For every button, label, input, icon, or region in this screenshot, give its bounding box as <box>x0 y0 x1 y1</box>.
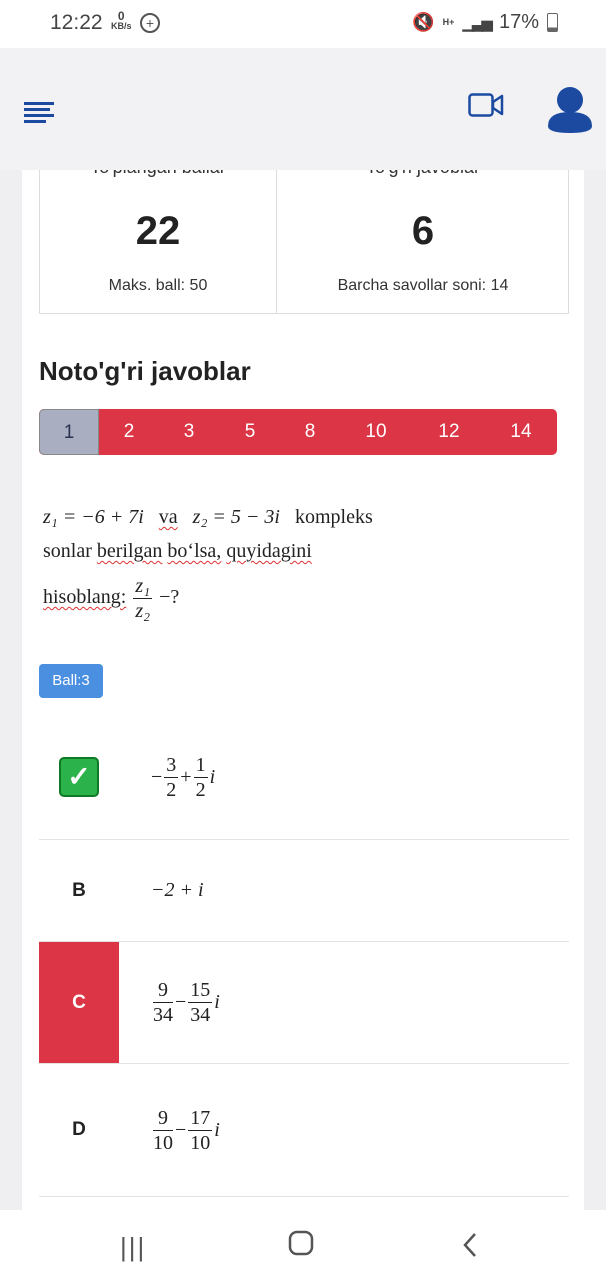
option-answer: 9 10 − 17 10 i <box>153 1106 220 1154</box>
question-word: va <box>158 506 178 528</box>
option-answer: 9 34 − 15 34 i <box>153 979 220 1026</box>
answer-option[interactable]: ✓ − 32 + 12 i <box>39 715 569 840</box>
question-navigation: 1 2 3 5 8 10 12 14 <box>39 409 557 455</box>
question-word: kompleks <box>294 506 373 528</box>
question-button[interactable]: 8 <box>281 409 339 455</box>
option-answer: − 32 + 12 i <box>151 753 216 801</box>
z1-expression: z₁ = −6 + 7i <box>43 506 144 528</box>
option-key: C <box>39 942 119 1063</box>
question-text: z₁ = −6 + 7i va z₂ = 5 − 3i kompleks son… <box>43 500 373 623</box>
question-button[interactable]: 14 <box>485 409 557 455</box>
question-word: sonlar <box>43 540 92 562</box>
option-answer: −2 + i <box>151 879 204 901</box>
status-right: 🔇 H+ ▁▃▅ 17% <box>412 11 558 34</box>
score-stat: To'plangan ballar 22 Maks. ball: 50 <box>40 170 276 313</box>
check-mark-icon: ✓ <box>59 757 99 797</box>
recent-apps-icon[interactable]: ||| <box>120 1232 146 1263</box>
option-key: D <box>72 1119 86 1140</box>
question-button[interactable]: 12 <box>413 409 485 455</box>
battery-level: 17% <box>498 11 539 33</box>
back-icon[interactable] <box>462 1232 478 1265</box>
question-button[interactable]: 1 <box>39 409 99 455</box>
video-camera-icon[interactable] <box>468 93 504 117</box>
correct-label: To'g'ri javoblar <box>277 170 569 178</box>
total-questions: Barcha savollar soni: 14 <box>337 277 509 294</box>
results-card: To'plangan ballar 22 Maks. ball: 50 To'g… <box>22 170 584 1210</box>
question-button[interactable]: 5 <box>219 409 281 455</box>
app-header <box>0 48 606 170</box>
system-nav-bar: ||| <box>0 1210 606 1280</box>
question-tail: −? <box>159 586 180 609</box>
option-key: B <box>72 879 86 901</box>
score-value: 22 <box>135 209 181 253</box>
score-label: To'plangan ballar <box>40 170 276 178</box>
battery-icon <box>547 13 558 32</box>
answer-option[interactable]: D 9 10 − 17 10 i <box>39 1064 569 1197</box>
question-word: berilgan <box>96 540 163 562</box>
answer-option[interactable]: B −2 + i <box>39 840 569 942</box>
z2-expression: z₂ = 5 − 3i <box>192 506 280 528</box>
points-badge: Ball:3 <box>39 664 103 698</box>
correct-stat: To'g'ri javoblar 6 Barcha savollar soni:… <box>276 170 569 313</box>
network-type: H+ <box>442 17 455 27</box>
question-fraction: z₁ z₂ <box>133 575 153 622</box>
question-word: bo‘lsa, <box>167 540 222 562</box>
question-button[interactable]: 10 <box>339 409 413 455</box>
correct-value: 6 <box>411 209 435 253</box>
signal-icon: ▁▃▅ <box>462 14 493 32</box>
status-bar: 12:22 0 KB/s + 🔇 H+ ▁▃▅ 17% <box>0 0 606 48</box>
answer-option[interactable]: C 9 34 − 15 34 i <box>39 942 569 1064</box>
add-circle-icon: + <box>140 13 160 33</box>
home-icon[interactable] <box>288 1230 314 1263</box>
score-summary: To'plangan ballar 22 Maks. ball: 50 To'g… <box>39 170 569 314</box>
max-score: Maks. ball: 50 <box>108 277 208 294</box>
question-word: hisoblang: <box>43 586 127 609</box>
question-button[interactable]: 2 <box>99 409 159 455</box>
question-button[interactable]: 3 <box>159 409 219 455</box>
menu-icon[interactable] <box>24 102 54 123</box>
question-word: quyidagini <box>226 540 312 562</box>
option-key: ✓ <box>39 715 119 839</box>
net-speed: 0 KB/s <box>111 9 132 31</box>
mute-icon: 🔇 <box>412 12 435 32</box>
user-icon[interactable] <box>548 86 592 134</box>
section-title: Noto'g'ri javoblar <box>39 356 251 386</box>
status-time: 12:22 <box>50 11 103 34</box>
